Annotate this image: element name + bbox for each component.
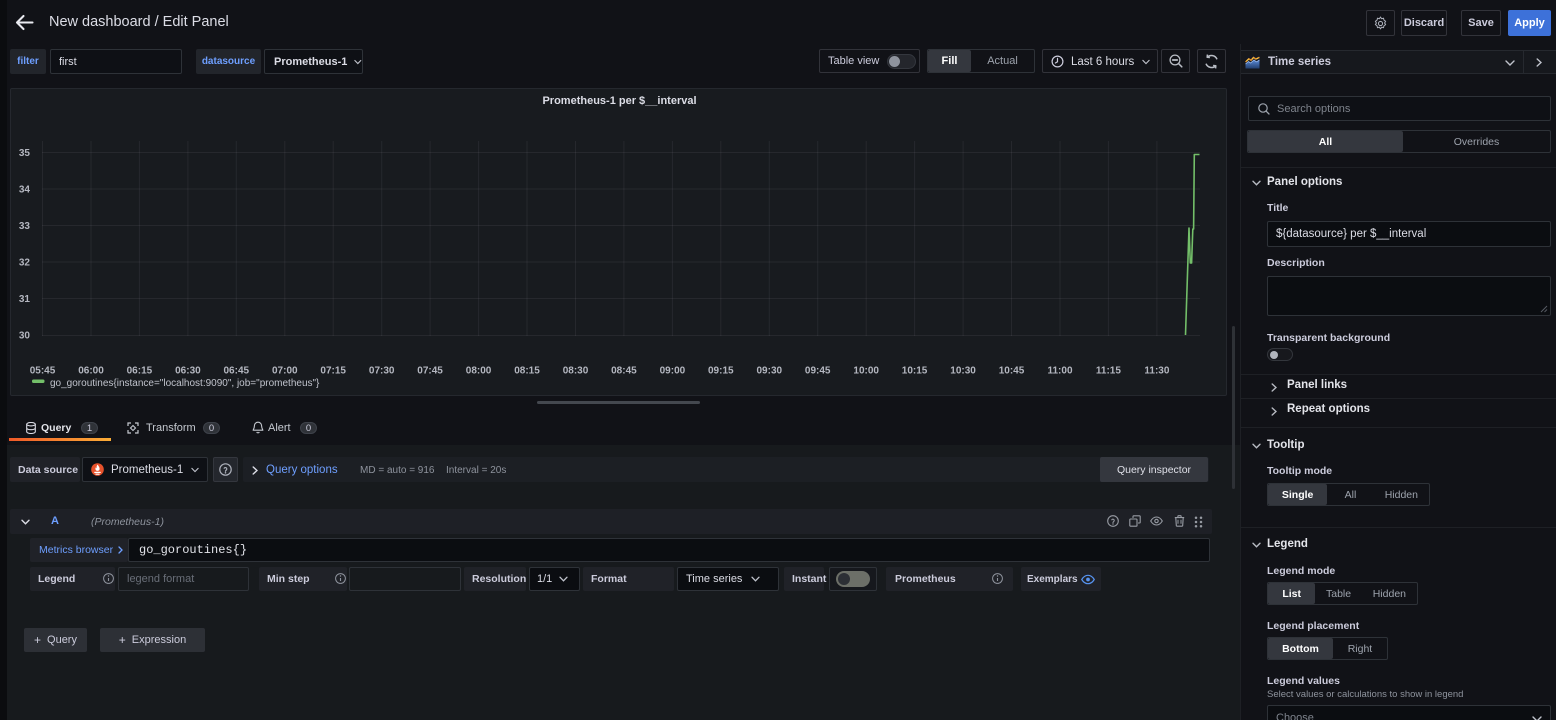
svg-text:08:30: 08:30 bbox=[563, 366, 589, 377]
svg-text:06:45: 06:45 bbox=[224, 366, 250, 377]
svg-text:30: 30 bbox=[19, 331, 31, 342]
svg-text:31: 31 bbox=[19, 294, 31, 305]
svg-text:07:30: 07:30 bbox=[369, 366, 395, 377]
svg-text:08:15: 08:15 bbox=[514, 366, 540, 377]
svg-text:10:00: 10:00 bbox=[853, 366, 879, 377]
svg-text:06:15: 06:15 bbox=[127, 366, 153, 377]
svg-text:08:00: 08:00 bbox=[466, 366, 492, 377]
svg-text:33: 33 bbox=[19, 221, 31, 232]
svg-text:11:15: 11:15 bbox=[1096, 366, 1121, 377]
svg-text:10:45: 10:45 bbox=[999, 366, 1025, 377]
svg-text:11:00: 11:00 bbox=[1047, 366, 1072, 377]
svg-text:05:45: 05:45 bbox=[30, 366, 56, 377]
svg-text:11:30: 11:30 bbox=[1144, 366, 1169, 377]
svg-text:09:15: 09:15 bbox=[708, 366, 734, 377]
svg-text:06:30: 06:30 bbox=[175, 366, 201, 377]
svg-text:07:00: 07:00 bbox=[272, 366, 298, 377]
svg-text:09:30: 09:30 bbox=[757, 366, 783, 377]
svg-text:10:30: 10:30 bbox=[950, 366, 976, 377]
svg-text:06:00: 06:00 bbox=[78, 366, 104, 377]
svg-text:09:45: 09:45 bbox=[805, 366, 831, 377]
svg-text:go_goroutines{instance="localh: go_goroutines{instance="localhost:9090",… bbox=[50, 378, 320, 389]
svg-text:07:45: 07:45 bbox=[417, 366, 443, 377]
svg-text:07:15: 07:15 bbox=[320, 366, 346, 377]
svg-text:08:45: 08:45 bbox=[611, 366, 637, 377]
svg-text:09:00: 09:00 bbox=[660, 366, 686, 377]
svg-text:32: 32 bbox=[19, 258, 31, 269]
svg-text:35: 35 bbox=[19, 148, 31, 159]
svg-text:10:15: 10:15 bbox=[902, 366, 928, 377]
svg-text:34: 34 bbox=[19, 185, 31, 196]
